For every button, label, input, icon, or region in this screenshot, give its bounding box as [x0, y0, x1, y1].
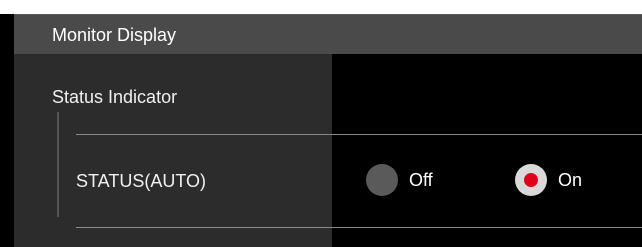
- row-divider-top: [76, 134, 642, 135]
- status-auto-off-label[interactable]: Off: [409, 170, 433, 190]
- status-indicator-group-title: Status Indicator: [52, 87, 178, 107]
- label-panel: [14, 54, 332, 247]
- section-title: Monitor Display: [52, 25, 177, 45]
- status-auto-on-label[interactable]: On: [558, 170, 582, 190]
- status-auto-on-option[interactable]: On: [515, 164, 582, 196]
- value-panel: [332, 54, 642, 247]
- status-auto-off-radio[interactable]: [366, 164, 398, 196]
- status-auto-on-radio[interactable]: [515, 164, 547, 196]
- radio-selected-dot: [524, 173, 538, 187]
- row-divider-bottom: [76, 227, 642, 228]
- status-auto-off-option[interactable]: Off: [366, 164, 433, 196]
- section-header: Monitor Display: [14, 14, 642, 54]
- status-auto-label: STATUS(AUTO): [76, 171, 206, 191]
- group-tree-line: [57, 112, 59, 217]
